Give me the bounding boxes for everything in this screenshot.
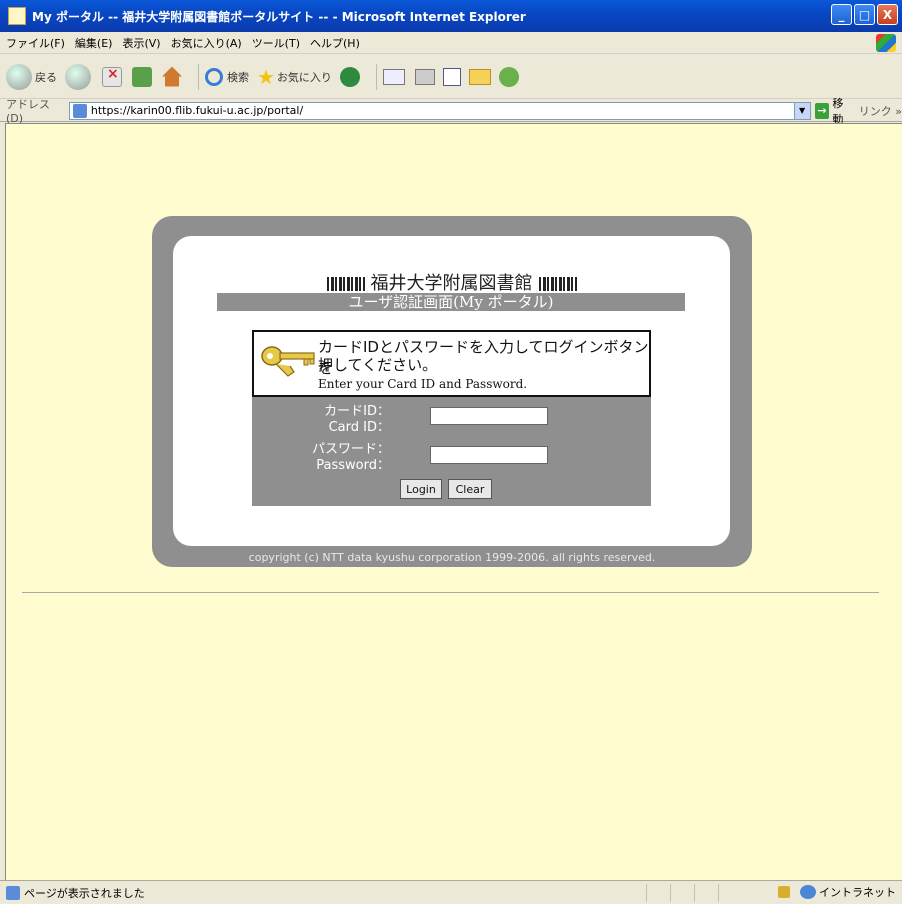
password-label-en: Password： (316, 458, 390, 473)
copyright-text: copyright (c) NTT data kyushu corporatio… (248, 551, 656, 564)
window-controls: _ □ X (831, 4, 898, 25)
instruction-box: カードIDとパスワードを入力してログインボタンを 押してください。 Enter … (252, 330, 651, 397)
folder-icon (468, 68, 491, 85)
menu-edit[interactable]: 編集(E) (75, 35, 113, 51)
barcode-left-icon (326, 277, 365, 291)
menu-favorites[interactable]: お気に入り(A) (171, 35, 242, 51)
intranet-icon (800, 885, 816, 899)
minimize-button[interactable]: _ (831, 4, 852, 25)
status-panel (694, 884, 718, 902)
page-subtitle: ユーザ認証画面(My ポータル) (217, 293, 685, 311)
menu-help[interactable]: ヘルプ(H) (310, 35, 360, 51)
toolbar-separator (375, 63, 377, 90)
status-panel (718, 884, 742, 902)
favorites-label: お気に入り (276, 70, 332, 84)
refresh-icon (132, 66, 152, 87)
status-bar: ページが表示されました イントラネット (0, 880, 902, 904)
messenger-icon (498, 66, 519, 87)
mail-icon (382, 68, 405, 85)
star-icon: ★ (257, 64, 275, 89)
address-label: アドレス(D) (6, 98, 50, 125)
menu-bar: ファイル(F) 編集(E) 表示(V) お気に入り(A) ツール(T) ヘルプ(… (0, 32, 902, 54)
window-title: My ポータル -- 福井大学附属図書館ポータルサイト -- - Microso… (32, 9, 526, 24)
login-button[interactable]: Login (400, 479, 442, 499)
folder-button[interactable] (468, 68, 491, 85)
media-button[interactable] (339, 66, 362, 87)
lock-icon (778, 886, 790, 898)
print-button[interactable] (414, 68, 435, 85)
print-icon (414, 68, 435, 85)
address-url: https://karin00.flib.fukui-u.ac.jp/porta… (90, 104, 304, 117)
close-button[interactable]: X (877, 4, 898, 25)
back-button[interactable]: 戻る (6, 63, 57, 90)
zone-label: イントラネット (819, 886, 896, 899)
edit-button[interactable] (442, 67, 461, 86)
horizontal-rule (22, 592, 879, 593)
instruction-jp-line2: 押してください。 (318, 356, 438, 374)
page-done-icon (6, 885, 20, 900)
menu-tools[interactable]: ツール(T) (252, 35, 300, 51)
refresh-button[interactable] (132, 66, 154, 87)
login-form: カードID： Card ID： パスワード： Password： Login C… (252, 397, 651, 506)
search-button[interactable]: 検索 (205, 67, 249, 86)
status-panels (646, 884, 742, 902)
card-id-label-en: Card ID： (328, 420, 390, 435)
instruction-en: Enter your Card ID and Password. (318, 377, 528, 391)
search-icon (205, 67, 223, 86)
maximize-button[interactable]: □ (854, 4, 875, 25)
media-icon (339, 66, 360, 87)
key-icon (261, 346, 315, 377)
menu-file[interactable]: ファイル(F) (6, 35, 65, 51)
library-title-text: 福井大学附属図書館 (370, 273, 533, 294)
messenger-button[interactable] (498, 66, 519, 87)
toolbar-separator (198, 63, 199, 90)
search-label: 検索 (227, 70, 249, 84)
page-icon (72, 103, 87, 118)
stop-button[interactable] (102, 66, 124, 87)
status-text: ページが表示されました (24, 886, 145, 900)
clear-button[interactable]: Clear (448, 479, 492, 499)
back-arrow-icon (6, 63, 32, 90)
security-zone: イントラネット (778, 884, 896, 900)
favorites-button[interactable]: ★ お気に入り (257, 65, 332, 89)
status-panel (670, 884, 694, 902)
home-icon (162, 66, 182, 87)
back-label: 戻る (35, 70, 57, 84)
status-panel (646, 884, 670, 902)
home-button[interactable] (162, 66, 184, 87)
library-title: 福井大学附属図書館 (173, 269, 730, 295)
address-bar: アドレス(D) https://karin00.flib.fukui-u.ac.… (0, 97, 902, 126)
links-button[interactable]: リンク » (859, 103, 902, 119)
toolbar: 戻る 検索 ★ お気に入り (0, 55, 902, 99)
go-label: 移動 (832, 96, 844, 126)
mail-button[interactable] (382, 68, 407, 85)
ie-page-icon (8, 7, 26, 25)
title-bar: My ポータル -- 福井大学附属図書館ポータルサイト -- - Microso… (0, 0, 902, 32)
stop-icon (102, 66, 122, 87)
chevron-down-icon[interactable]: ▼ (793, 102, 810, 119)
go-button[interactable]: → 移動 (814, 95, 853, 127)
forward-arrow-icon (65, 63, 91, 90)
password-input[interactable] (430, 446, 548, 464)
word-icon (442, 67, 461, 86)
barcode-right-icon (538, 277, 577, 291)
go-arrow-icon: → (814, 102, 830, 119)
address-input[interactable]: https://karin00.flib.fukui-u.ac.jp/porta… (68, 101, 811, 120)
login-card-inner: 福井大学附属図書館 ユーザ認証画面(My ポータル) カードIDとパスワードを入… (173, 236, 730, 546)
login-card: 福井大学附属図書館 ユーザ認証画面(My ポータル) カードIDとパスワードを入… (152, 216, 752, 567)
forward-button[interactable] (65, 63, 94, 90)
page-viewport: 福井大学附属図書館 ユーザ認証画面(My ポータル) カードIDとパスワードを入… (5, 123, 902, 880)
menu-view[interactable]: 表示(V) (122, 35, 160, 51)
card-id-input[interactable] (430, 407, 548, 425)
windows-logo-icon (876, 34, 896, 52)
